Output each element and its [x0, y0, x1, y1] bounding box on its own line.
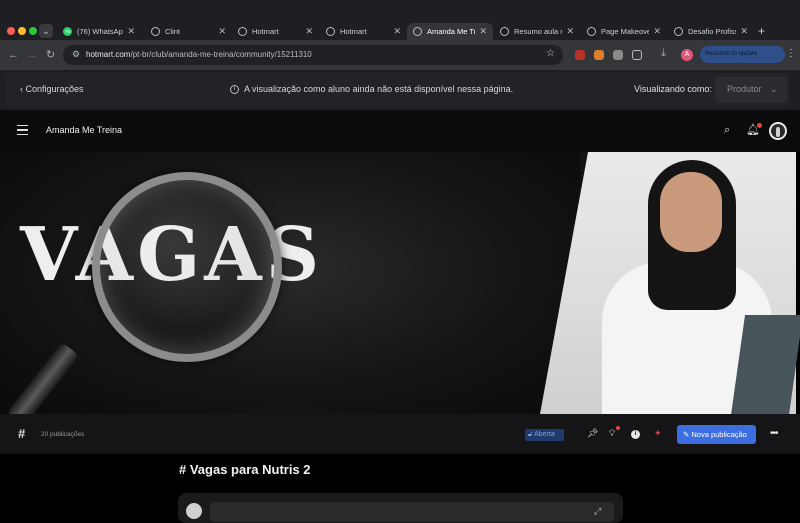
tab-amanda-active[interactable]: Amanda Me Tre ✕ — [407, 23, 493, 40]
tab-title: Page Makeove — [601, 27, 650, 36]
channel-title: # Vagas para Nutris 2 — [179, 462, 311, 477]
tab-title: Hotmart — [340, 27, 367, 36]
tab-whatsapp[interactable]: 76 (76) WhatsApp ✕ — [57, 23, 141, 40]
globe-icon — [151, 27, 160, 36]
user-avatar[interactable] — [769, 122, 787, 140]
bookmark-star-icon[interactable]: ☆ — [546, 48, 555, 59]
forward-arrow-icon[interactable]: → — [27, 49, 38, 61]
tab-desafio[interactable]: Desafio Profiss ✕ — [668, 23, 754, 40]
window-close-button[interactable] — [7, 27, 15, 35]
extension-icon[interactable] — [613, 50, 623, 60]
close-tab-icon[interactable]: ✕ — [740, 26, 748, 37]
expand-icon[interactable]: ⤢ — [594, 506, 601, 517]
search-icon[interactable]: ⌕ — [724, 124, 730, 137]
window-maximize-button[interactable] — [29, 27, 37, 35]
reload-icon[interactable]: ↻ — [46, 48, 55, 61]
tab-page-makeover[interactable]: Page Makeove ✕ — [581, 23, 667, 40]
url-host: hotmart.com — [86, 50, 131, 59]
new-post-label: Nova publicação — [691, 430, 747, 439]
update-button[interactable]: Relaunch to update — [700, 46, 785, 63]
globe-icon — [587, 27, 596, 36]
role-value: Produtor — [727, 84, 762, 94]
close-tab-icon[interactable]: ✕ — [653, 26, 661, 37]
tab-title: Amanda Me Tre — [427, 27, 476, 36]
extension-icon[interactable] — [594, 50, 604, 60]
pin-icon[interactable]: 📌︎ — [587, 428, 598, 439]
close-tab-icon[interactable]: ✕ — [127, 26, 135, 37]
tab-title: (76) WhatsApp — [77, 27, 124, 36]
tab-title: Desafio Profiss — [688, 27, 737, 36]
chevron-down-icon: ⌄ — [770, 84, 778, 94]
new-post-button[interactable]: ✎ Nova publicação — [677, 425, 756, 444]
close-tab-icon[interactable]: ✕ — [393, 26, 401, 37]
extension-icon[interactable] — [575, 50, 585, 60]
channel-title-text: Vagas para Nutris 2 — [189, 462, 311, 477]
community-name: Amanda Me Treina — [46, 125, 123, 135]
back-to-settings-link[interactable]: ‹ Configurações — [20, 84, 84, 94]
close-tab-icon[interactable]: ✕ — [479, 26, 487, 37]
sparkle-icon[interactable]: ✦ — [654, 428, 662, 439]
profile-avatar[interactable]: A — [681, 49, 693, 61]
status-badge-label: Aberta — [534, 431, 555, 438]
tab-hotmart-2[interactable]: Hotmart ✕ — [320, 23, 407, 40]
tab-resumo[interactable]: Resumo aula n ✕ — [494, 23, 580, 40]
status-badge: 🔓︎ Aberta — [525, 429, 564, 441]
globe-icon — [674, 27, 683, 36]
globe-icon — [326, 27, 335, 36]
site-settings-icon[interactable]: ⚙ — [72, 49, 80, 60]
composer-input[interactable] — [210, 502, 614, 522]
tab-title: Resumo aula n — [514, 27, 563, 36]
back-arrow-icon[interactable]: ← — [8, 49, 19, 61]
composer-avatar — [186, 503, 202, 519]
tab-title: Clint — [165, 27, 181, 36]
globe-icon — [238, 27, 247, 36]
magnifying-glass-lens — [92, 172, 282, 362]
tab-hotmart-1[interactable]: Hotmart ✕ — [232, 23, 319, 40]
globe-icon — [413, 27, 422, 36]
tab-clint[interactable]: Clint ✕ — [145, 23, 232, 40]
tab-title: Hotmart — [252, 27, 279, 36]
browser-menu-icon[interactable]: ⋮ — [786, 48, 796, 59]
lightbulb-icon[interactable]: 💡︎ — [609, 428, 615, 439]
close-tab-icon[interactable]: ✕ — [566, 26, 574, 37]
more-options-icon[interactable]: ••• — [770, 428, 778, 439]
globe-icon — [500, 27, 509, 36]
hamburger-menu-icon[interactable] — [17, 125, 28, 138]
url-path: /pt-br/club/amanda-me-treina/community/1… — [130, 50, 312, 59]
back-label: Configurações — [25, 84, 84, 94]
close-tab-icon[interactable]: ✕ — [305, 26, 313, 37]
info-icon[interactable]: i — [631, 430, 640, 439]
hero-person-face — [660, 172, 722, 252]
hashtag-icon: # — [18, 426, 26, 441]
puzzle-extensions-icon[interactable] — [632, 50, 642, 60]
download-icon[interactable]: ⤓ — [661, 47, 666, 60]
close-tab-icon[interactable]: ✕ — [218, 26, 226, 37]
notice-text: A visualização como aluno ainda não está… — [244, 84, 514, 94]
lock-icon: 🔓︎ — [528, 431, 533, 438]
address-url[interactable]: hotmart.com/pt-br/club/amanda-me-treina/… — [86, 50, 312, 59]
lightbulb-notification-dot — [616, 426, 620, 430]
preview-notice: i A visualização como aluno ainda não est… — [230, 84, 514, 95]
notification-dot — [757, 123, 762, 128]
window-minimize-button[interactable] — [18, 27, 26, 35]
info-icon: i — [230, 85, 239, 95]
role-select[interactable]: Produtor ⌄ — [715, 77, 787, 103]
new-tab-button[interactable]: + — [758, 24, 765, 38]
viewing-as-label: Visualizando como: — [634, 84, 712, 94]
hashtag-icon: # — [179, 462, 190, 477]
publication-count: 20 publicações — [41, 431, 85, 438]
whatsapp-icon: 76 — [63, 27, 72, 36]
tab-search-icon[interactable]: ⌄ — [39, 24, 53, 38]
